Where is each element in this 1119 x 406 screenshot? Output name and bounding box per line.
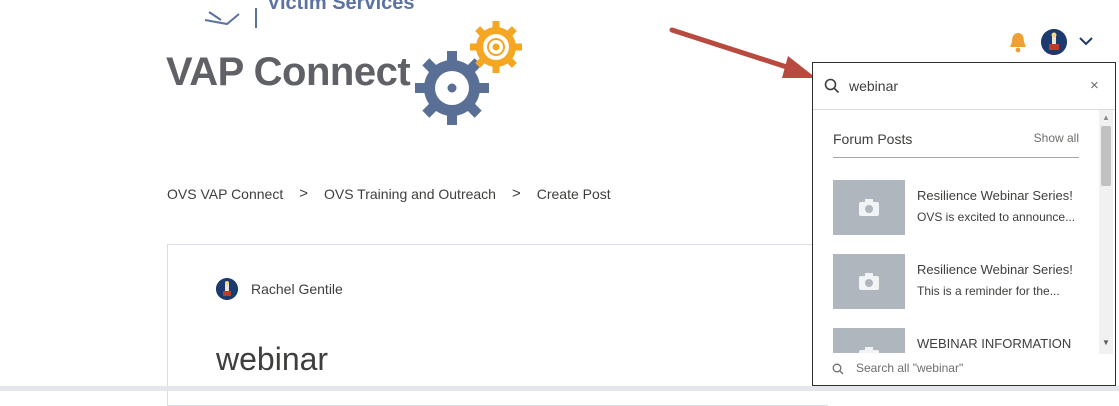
- breadcrumb-separator: >: [299, 185, 308, 202]
- search-icon: [832, 363, 844, 375]
- org-wordmark: Victim Services: [267, 0, 415, 14]
- app-title: VAP Connect: [166, 50, 411, 94]
- result-snippet: This is a reminder for the...: [917, 284, 1060, 298]
- result-title: WEBINAR INFORMATION: [917, 336, 1072, 351]
- result-thumbnail: [833, 254, 905, 309]
- gears-logo-icon: [415, 21, 522, 125]
- scrollbar-thumb[interactable]: [1101, 126, 1111, 186]
- search-result-item[interactable]: Resilience Webinar Series! This is a rem…: [833, 254, 1093, 310]
- author-avatar[interactable]: [216, 278, 238, 300]
- post-card: Rachel Gentile webinar: [167, 244, 828, 406]
- result-thumbnail: [833, 328, 905, 353]
- page-bottom-divider: [0, 386, 1119, 391]
- camera-icon: [859, 199, 879, 216]
- breadcrumb: OVS VAP Connect > OVS Training and Outre…: [167, 185, 611, 202]
- logo-divider: [255, 8, 257, 28]
- results-section-header: Forum Posts Show all: [833, 131, 1079, 158]
- search-box: ×: [813, 63, 1115, 110]
- result-thumbnail: [833, 180, 905, 235]
- search-all-link[interactable]: Search all "webinar": [813, 355, 1115, 385]
- scroll-down-icon[interactable]: ▼: [1102, 338, 1110, 347]
- section-label: Forum Posts: [833, 131, 913, 147]
- post-title: webinar: [216, 341, 329, 377]
- breadcrumb-separator: >: [511, 185, 521, 202]
- camera-icon: [859, 273, 879, 290]
- result-title: Resilience Webinar Series!: [917, 188, 1073, 203]
- clear-search-button[interactable]: ×: [1090, 77, 1099, 94]
- scroll-up-icon[interactable]: ▲: [1102, 113, 1110, 122]
- breadcrumb-item-ovs-vap-connect[interactable]: OVS VAP Connect: [167, 186, 283, 202]
- search-result-item[interactable]: WEBINAR INFORMATION: [833, 328, 1093, 353]
- annotation-arrow-icon: [669, 27, 816, 78]
- author-name[interactable]: Rachel Gentile: [251, 281, 343, 297]
- search-dropdown: × Forum Posts Show all Resilience Webina…: [812, 62, 1116, 386]
- org-logo[interactable]: Victim Services: [195, 0, 415, 30]
- search-all-label: Search all "webinar": [856, 361, 964, 375]
- breadcrumb-item-training-outreach[interactable]: OVS Training and Outreach: [324, 186, 496, 202]
- breadcrumb-item-create-post: Create Post: [536, 185, 611, 202]
- logo-mark-icon: [204, 11, 240, 26]
- chevron-down-icon[interactable]: [1079, 36, 1093, 46]
- results-scrollbar[interactable]: ▲ ▼: [1099, 110, 1113, 354]
- search-input[interactable]: [849, 73, 1079, 99]
- search-icon: [824, 78, 840, 94]
- post-author: Rachel Gentile: [216, 278, 343, 300]
- search-result-item[interactable]: Resilience Webinar Series! OVS is excite…: [833, 180, 1093, 236]
- bell-icon[interactable]: [1008, 31, 1028, 53]
- result-snippet: OVS is excited to announce...: [917, 210, 1076, 224]
- search-results: Forum Posts Show all Resilience Webinar …: [813, 110, 1099, 353]
- user-avatar[interactable]: [1041, 29, 1067, 55]
- camera-icon: [859, 347, 879, 353]
- show-all-link[interactable]: Show all: [1034, 131, 1079, 145]
- result-title: Resilience Webinar Series!: [917, 262, 1073, 277]
